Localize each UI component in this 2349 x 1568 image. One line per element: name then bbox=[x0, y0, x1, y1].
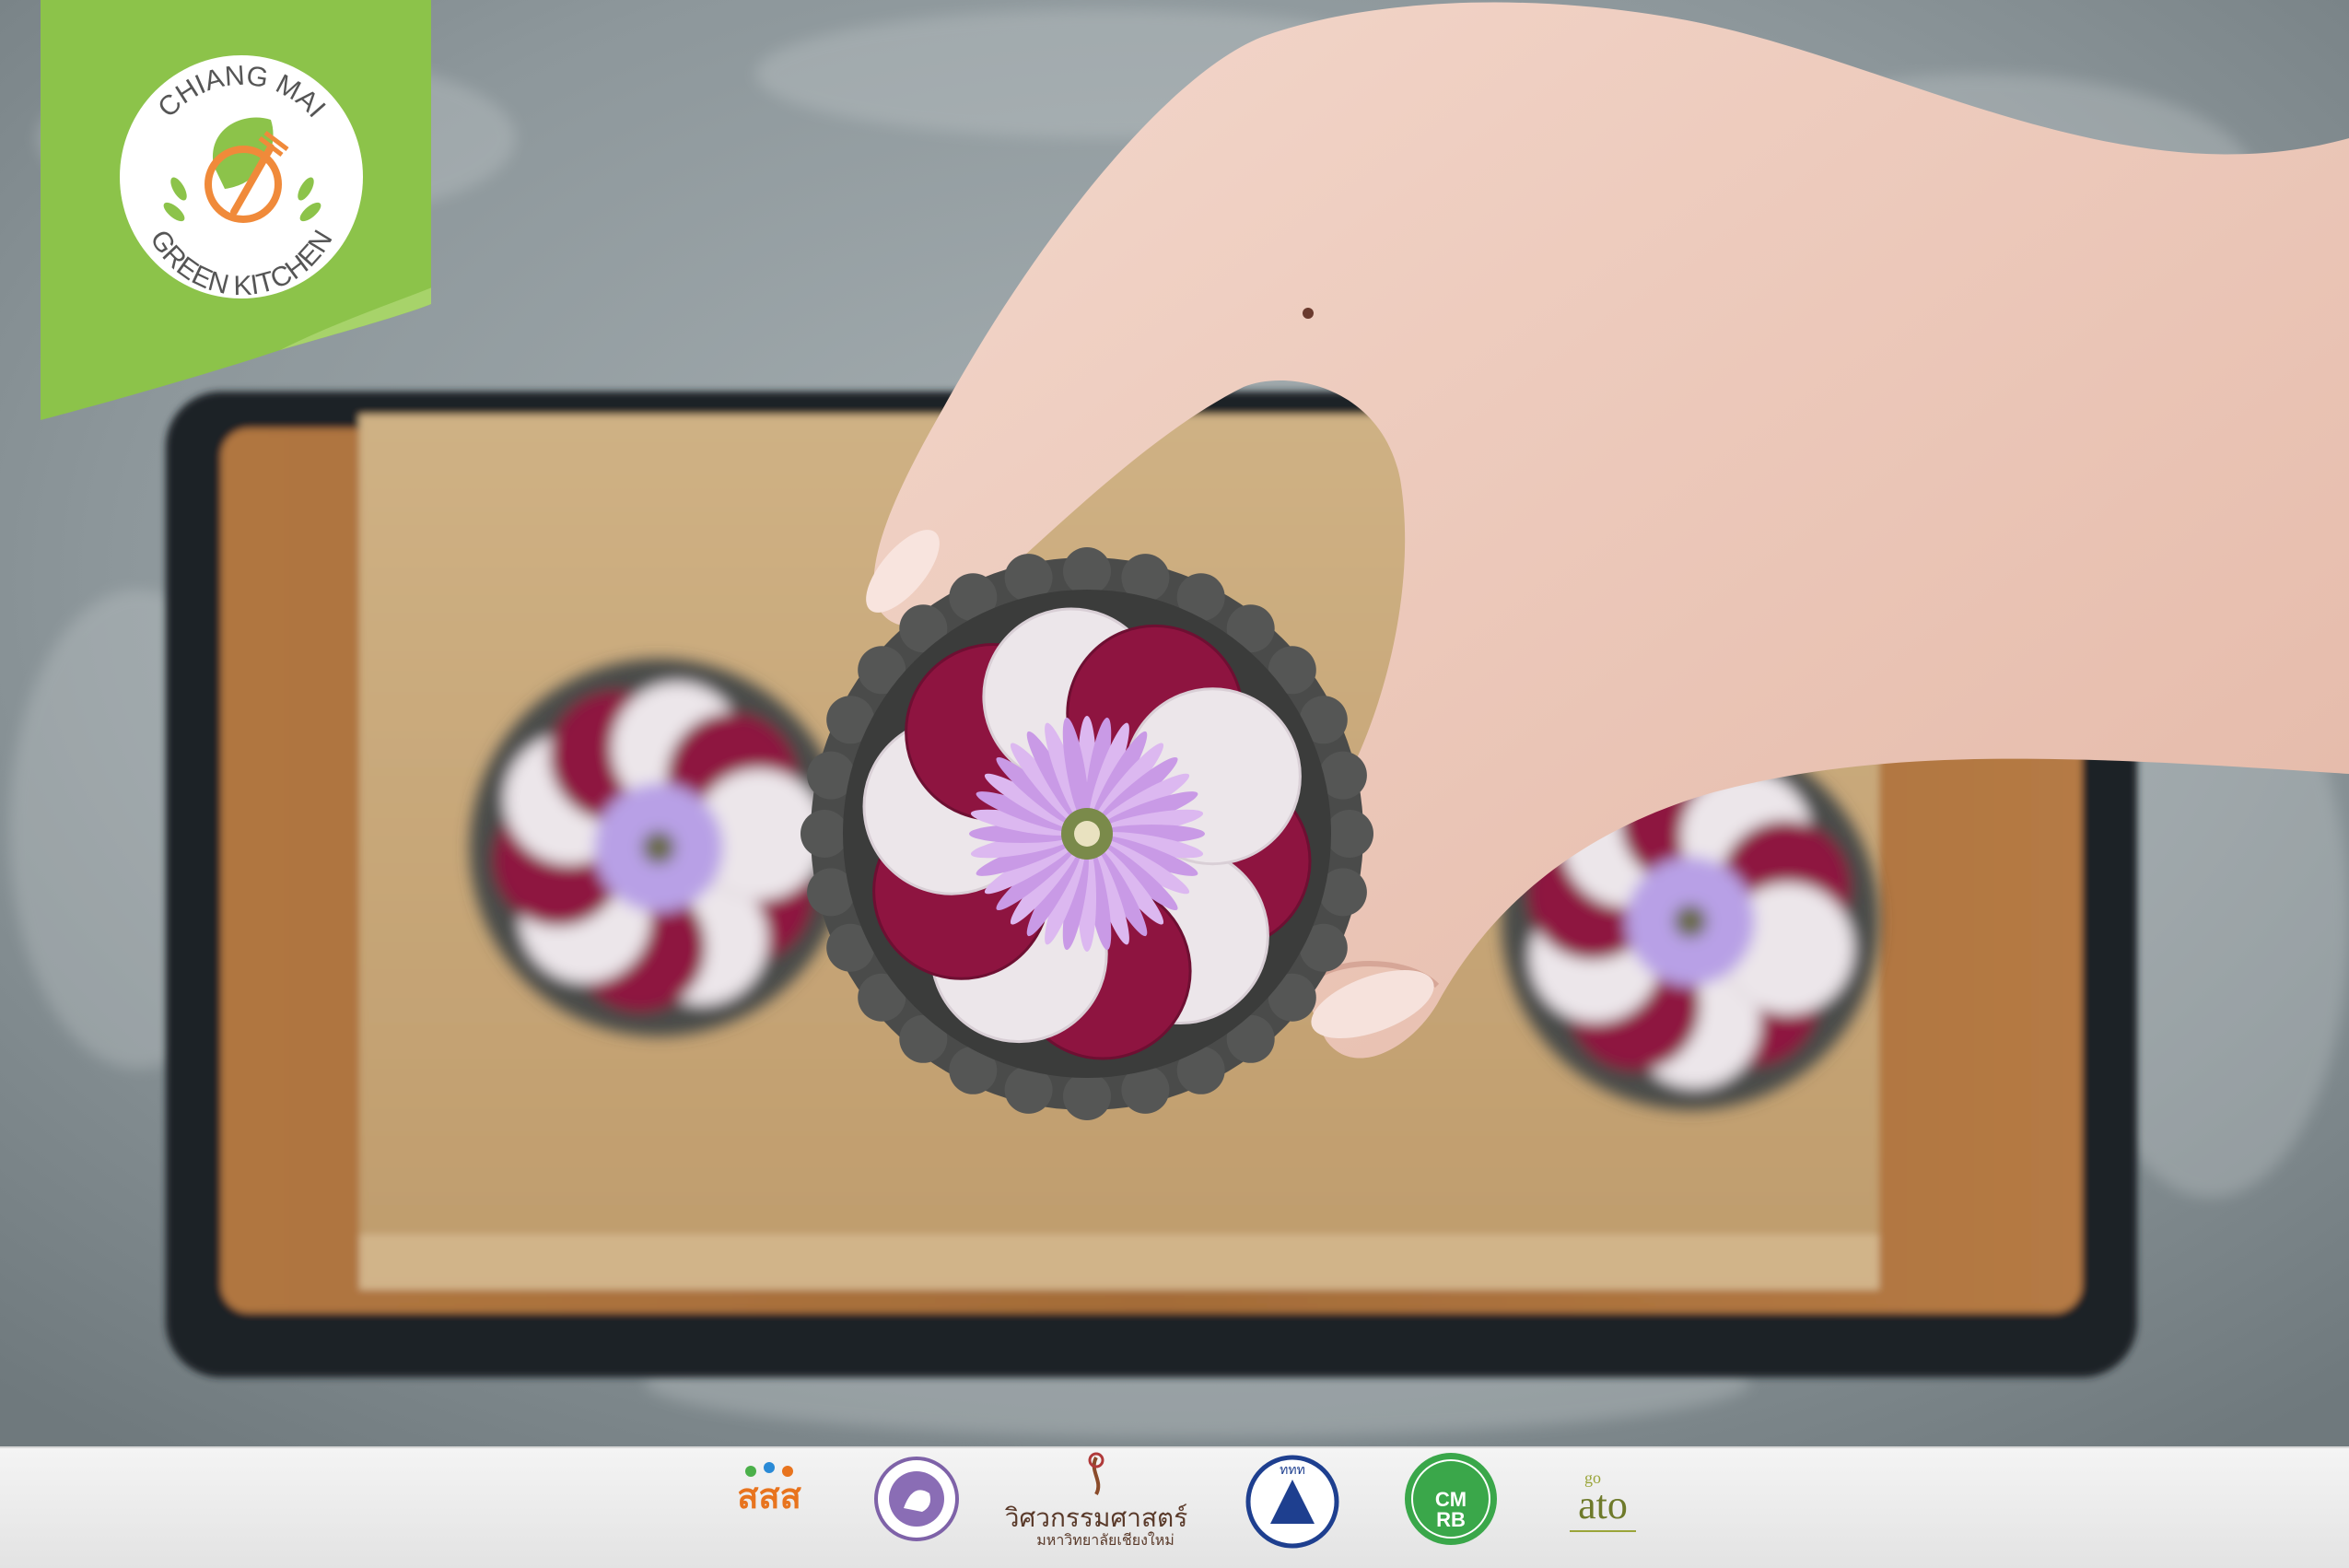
crust-scallop bbox=[1063, 547, 1111, 595]
cmrb-logo: CM RB bbox=[1405, 1453, 1497, 1545]
svg-text:ททท: ททท bbox=[1280, 1462, 1305, 1477]
cmu-engineering-logo: วิศวกรรมศาสตร์ มหาวิทยาลัยเชียงใหม่ bbox=[1004, 1452, 1187, 1549]
svg-text:ato: ato bbox=[1578, 1482, 1628, 1527]
elephant-seal-logo bbox=[874, 1457, 959, 1541]
crust-scallop bbox=[1326, 810, 1373, 858]
tart-left bbox=[470, 659, 847, 1036]
crust-scallop bbox=[1063, 1072, 1111, 1120]
crust-scallop bbox=[801, 810, 848, 858]
svg-text:RB: RB bbox=[1436, 1508, 1466, 1531]
tat-logo: ททท bbox=[1245, 1455, 1339, 1549]
sss-logo: สสส bbox=[737, 1462, 802, 1516]
burlap-fringe bbox=[359, 1235, 1879, 1290]
chiang-mai-green-kitchen-badge: CHIANG MAI GREEN KITCHEN bbox=[41, 0, 431, 420]
sponsor-footer: สสส วิศวกรรมศาสตร์ มหาวิทยาลัยเชียงใหม่ … bbox=[0, 1446, 2349, 1568]
svg-text:สสส: สสส bbox=[737, 1478, 801, 1516]
svg-text:วิศวกรรมศาสตร์: วิศวกรรมศาสตร์ bbox=[1004, 1504, 1187, 1532]
goato-logo: go ato bbox=[1570, 1469, 1636, 1532]
svg-text:มหาวิทยาลัยเชียงใหม่: มหาวิทยาลัยเชียงใหม่ bbox=[1036, 1531, 1174, 1549]
